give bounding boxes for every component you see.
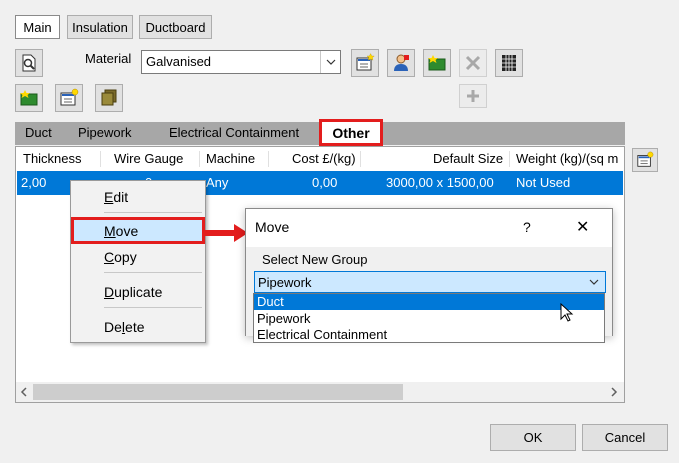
preview-button[interactable]	[15, 49, 43, 77]
tab-insulation[interactable]: Insulation	[67, 15, 133, 39]
row-properties-button[interactable]	[632, 148, 658, 172]
cancel-button[interactable]: Cancel	[582, 424, 668, 451]
plus-icon	[467, 90, 479, 102]
menu-item-copy[interactable]: Copy	[72, 246, 204, 268]
column-header-machine[interactable]: Machine	[206, 148, 255, 170]
new-item-icon	[428, 55, 446, 71]
menu-mnemonic: C	[104, 249, 115, 265]
delete-button[interactable]	[459, 49, 487, 77]
horizontal-scrollbar[interactable]	[16, 382, 624, 402]
new-group-button[interactable]	[15, 84, 43, 112]
subtab-duct[interactable]: Duct	[25, 122, 52, 144]
cancel-label: Cancel	[604, 430, 646, 445]
chevron-down-icon[interactable]	[589, 279, 599, 285]
delete-x-icon	[465, 55, 481, 71]
column-header-weight[interactable]: Weight (kg)/(sq m	[516, 148, 622, 170]
group-dropdown-list: Duct Pipework Electrical Containment	[253, 293, 605, 343]
tab-main-label: Main	[23, 19, 52, 35]
menu-item-edit[interactable]: Edit	[72, 186, 204, 208]
add-item-button[interactable]	[423, 49, 451, 77]
column-header-thickness[interactable]: Thickness	[23, 148, 82, 170]
tab-ductboard[interactable]: Ductboard	[139, 15, 212, 39]
select-group-label: Select New Group	[262, 252, 368, 267]
user-properties-button[interactable]	[387, 49, 415, 77]
menu-separator	[104, 307, 202, 308]
close-icon[interactable]: ✕	[576, 217, 589, 237]
group-properties-button[interactable]	[55, 84, 83, 112]
subtab-other-label: Other	[332, 124, 370, 141]
material-label: Material	[85, 51, 132, 66]
mouse-cursor-icon	[560, 303, 574, 322]
edit-material-button[interactable]	[351, 49, 379, 77]
tab-main[interactable]: Main	[15, 15, 60, 39]
properties-icon	[637, 151, 654, 167]
grid-icon	[502, 55, 516, 71]
column-header-wire-gauge[interactable]: Wire Gauge	[114, 148, 183, 170]
menu-text: ete	[125, 319, 145, 335]
subtab-pipework[interactable]: Pipework	[78, 122, 131, 144]
group-select-value: Pipework	[258, 275, 312, 290]
copy-group-button[interactable]	[95, 84, 123, 112]
column-header-default-size[interactable]: Default Size	[433, 148, 503, 170]
column-divider	[509, 151, 510, 167]
dropdown-option-duct[interactable]: Duct	[254, 294, 604, 310]
group-select[interactable]: Pipework	[254, 271, 606, 293]
menu-text: dit	[113, 189, 129, 205]
material-select[interactable]: Galvanised	[141, 50, 341, 74]
dropdown-option-electrical-containment[interactable]: Electrical Containment	[254, 327, 604, 343]
dropdown-option-pipework[interactable]: Pipework	[254, 311, 604, 327]
help-icon[interactable]: ?	[523, 219, 531, 235]
column-header-cost[interactable]: Cost £/(kg)	[292, 148, 356, 170]
user-icon	[394, 54, 409, 71]
dialog-title: Move	[255, 219, 290, 235]
properties-icon	[356, 53, 375, 71]
ok-button[interactable]: OK	[490, 424, 576, 451]
cell-weight: Not Used	[516, 175, 571, 190]
cell-machine: Any	[206, 175, 229, 190]
cell-default-size: 3000,00 x 1500,00	[386, 175, 494, 190]
menu-separator	[104, 272, 202, 273]
tab-ductboard-label: Ductboard	[145, 19, 206, 35]
menu-text: ove	[115, 223, 139, 239]
tab-insulation-label: Insulation	[72, 19, 128, 35]
column-divider	[268, 151, 269, 167]
material-value: Galvanised	[146, 54, 212, 69]
cell-thickness: 2,00	[21, 175, 47, 190]
new-item-icon	[20, 90, 38, 106]
subtab-other[interactable]: Other	[319, 119, 383, 146]
grid-view-button[interactable]	[495, 49, 523, 77]
column-divider	[100, 151, 101, 167]
document-magnify-icon	[22, 54, 36, 72]
properties-icon	[60, 88, 79, 106]
annotation-arrow-icon	[204, 224, 248, 242]
menu-separator	[104, 212, 202, 213]
add-button[interactable]	[459, 84, 487, 108]
copy-icon	[101, 89, 117, 106]
column-divider	[360, 151, 361, 167]
chevron-down-icon[interactable]	[320, 51, 340, 73]
menu-item-move[interactable]: Move	[72, 220, 204, 242]
menu-item-delete[interactable]: Delete	[72, 316, 204, 338]
menu-mnemonic: M	[104, 223, 116, 239]
menu-item-duplicate[interactable]: Duplicate	[72, 281, 204, 303]
ok-label: OK	[523, 430, 543, 445]
subtab-electrical-containment[interactable]: Electrical Containment	[169, 122, 299, 144]
scroll-right-icon[interactable]	[610, 387, 618, 397]
scroll-left-icon[interactable]	[20, 387, 28, 397]
menu-text: opy	[114, 249, 137, 265]
column-divider	[199, 151, 200, 167]
menu-mnemonic: E	[104, 189, 114, 205]
menu-mnemonic: D	[104, 284, 115, 300]
scrollbar-thumb[interactable]	[33, 384, 403, 400]
menu-text: uplicate	[114, 284, 163, 300]
cell-cost: 0,00	[312, 175, 338, 190]
menu-text: De	[104, 319, 122, 335]
